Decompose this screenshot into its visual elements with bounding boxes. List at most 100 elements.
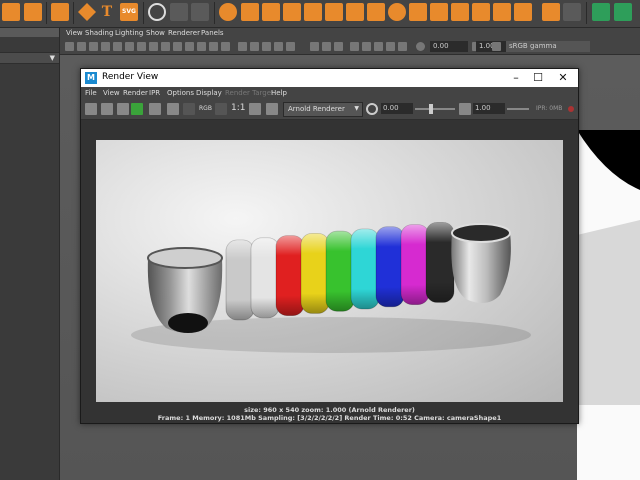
renderer-dropdown[interactable]: Arnold Renderer ▼ (283, 102, 363, 117)
remove-image-icon[interactable] (266, 103, 278, 115)
tool-icon-4[interactable] (170, 3, 188, 21)
menu-help[interactable]: Help (271, 89, 287, 97)
snapshot-icon[interactable] (117, 103, 129, 115)
viewport-menu-show[interactable]: Show (146, 29, 165, 37)
tool-icon-2[interactable] (24, 3, 42, 21)
tool-icon-19[interactable] (542, 3, 560, 21)
color-ring (375, 226, 405, 308)
viewport-menu-panels[interactable]: Panels (201, 29, 224, 37)
minimize-button[interactable]: – (506, 70, 526, 86)
render-sequence-icon[interactable] (167, 103, 179, 115)
vp-tool-icon[interactable] (398, 42, 407, 51)
menu-render-target[interactable]: Render Target (225, 89, 274, 97)
tool-icon-7[interactable] (262, 3, 280, 21)
rgb-channel-button[interactable]: RGB (199, 105, 212, 112)
vp-tool-icon[interactable] (310, 42, 319, 51)
exposure-slider[interactable] (415, 108, 455, 110)
tool-icon-13[interactable] (409, 3, 427, 21)
vp-tool-icon[interactable] (65, 42, 74, 51)
colorspace-dropdown[interactable]: sRGB gamma (506, 41, 590, 52)
vp-tool-icon[interactable] (209, 42, 218, 51)
gamma-field[interactable]: 1.00 (473, 103, 505, 114)
close-button[interactable]: ✕ (553, 70, 573, 86)
keep-image-icon[interactable] (249, 103, 261, 115)
ipr-icon[interactable] (131, 103, 143, 115)
tool-icon-6[interactable] (241, 3, 259, 21)
viewport-exposure-field[interactable]: 0.00 (430, 41, 468, 52)
tool-icon-5[interactable] (191, 3, 209, 21)
menu-render[interactable]: Render (123, 89, 148, 97)
vp-tool-icon[interactable] (125, 42, 134, 51)
vp-tool-icon[interactable] (113, 42, 122, 51)
diamond-icon[interactable] (78, 3, 96, 21)
menu-file[interactable]: File (85, 89, 97, 97)
viewport-menu-lighting[interactable]: Lighting (115, 29, 143, 37)
tool-icon-11[interactable] (346, 3, 364, 21)
vp-tool-icon[interactable] (137, 42, 146, 51)
vp-tool-icon[interactable] (334, 42, 343, 51)
render-frame-icon[interactable] (85, 103, 97, 115)
maximize-button[interactable]: ☐ (528, 70, 548, 86)
gamma-slider[interactable] (507, 108, 529, 110)
left-panel-field[interactable]: ▼ (0, 52, 59, 64)
tool-icon-1[interactable] (2, 3, 20, 21)
vp-tool-icon[interactable] (197, 42, 206, 51)
vp-tool-icon[interactable] (185, 42, 194, 51)
alpha-channel-icon[interactable] (215, 103, 227, 115)
vp-tool-icon[interactable] (173, 42, 182, 51)
ratio-button[interactable]: 1:1 (231, 103, 245, 113)
stop-icon[interactable] (183, 103, 195, 115)
colorspace-icon[interactable] (492, 42, 501, 51)
vp-tool-icon[interactable] (286, 42, 295, 51)
text-tool-icon[interactable]: T (98, 3, 116, 21)
refresh-ipr-icon[interactable] (149, 103, 161, 115)
svg-tool-icon[interactable]: SVG (120, 3, 138, 21)
render-canvas[interactable]: size: 960 x 540 zoom: 1.000 (Arnold Rend… (81, 120, 578, 423)
cube-icon[interactable] (367, 3, 385, 21)
tool-icon-10[interactable] (325, 3, 343, 21)
tool-icon-3[interactable] (51, 3, 69, 21)
viewport-menu-shading[interactable]: Shading (85, 29, 113, 37)
tool-icon-15[interactable] (451, 3, 469, 21)
vp-tool-icon[interactable] (374, 42, 383, 51)
vp-tool-icon[interactable] (386, 42, 395, 51)
viewport-menu-renderer[interactable]: Renderer (168, 29, 200, 37)
tool-icon-18[interactable] (514, 3, 532, 21)
vp-tool-icon[interactable] (149, 42, 158, 51)
tool-icon-17[interactable] (493, 3, 511, 21)
tool-icon-14[interactable] (430, 3, 448, 21)
tool-icon-20[interactable] (563, 3, 581, 21)
exposure-icon[interactable] (416, 42, 425, 51)
tool-icon-9[interactable] (304, 3, 322, 21)
tool-icon-22[interactable] (614, 3, 632, 21)
vp-tool-icon[interactable] (274, 42, 283, 51)
render-region-icon[interactable] (101, 103, 113, 115)
vp-tool-icon[interactable] (322, 42, 331, 51)
vp-tool-icon[interactable] (161, 42, 170, 51)
menu-view[interactable]: View (103, 89, 120, 97)
vp-tool-icon[interactable] (89, 42, 98, 51)
vp-tool-icon[interactable] (238, 42, 247, 51)
node-icon[interactable] (148, 3, 166, 21)
tool-icon-12[interactable] (388, 3, 406, 21)
tool-icon-16[interactable] (472, 3, 490, 21)
tool-icon-8[interactable] (283, 3, 301, 21)
vp-tool-icon[interactable] (221, 42, 230, 51)
vp-tool-icon[interactable] (250, 42, 259, 51)
vp-tool-icon[interactable] (77, 42, 86, 51)
vp-tool-icon[interactable] (101, 42, 110, 51)
sphere-icon[interactable] (219, 3, 237, 21)
menu-display[interactable]: Display (196, 89, 222, 97)
menu-options[interactable]: Options (167, 89, 194, 97)
menu-ipr[interactable]: IPR (149, 89, 160, 97)
render-view-titlebar[interactable]: M Render View – ☐ ✕ (81, 69, 578, 87)
vp-tool-icon[interactable] (350, 42, 359, 51)
vp-tool-icon[interactable] (362, 42, 371, 51)
tool-icon-21[interactable] (592, 3, 610, 21)
exposure-slider-handle[interactable] (429, 104, 433, 114)
chevron-down-icon[interactable]: ▼ (50, 54, 55, 62)
viewport-menu-view[interactable]: View (66, 29, 83, 37)
record-icon[interactable] (568, 106, 574, 112)
exposure-field[interactable]: 0.00 (381, 103, 413, 114)
vp-tool-icon[interactable] (262, 42, 271, 51)
